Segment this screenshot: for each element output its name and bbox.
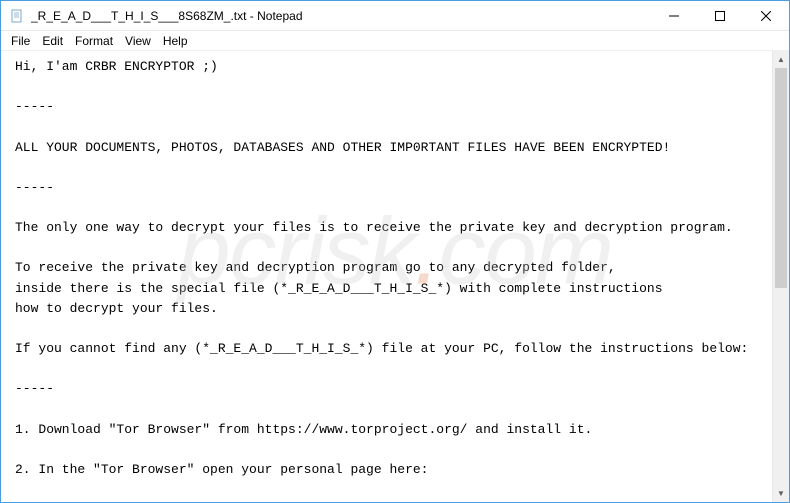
text-area[interactable]: Hi, I'am CRBR ENCRYPTOR ;) ----- ALL YOU…: [1, 51, 772, 502]
menu-file[interactable]: File: [5, 33, 36, 49]
window-controls: [651, 1, 789, 30]
minimize-button[interactable]: [651, 1, 697, 30]
menu-edit[interactable]: Edit: [36, 33, 69, 49]
menu-format[interactable]: Format: [69, 33, 119, 49]
maximize-button[interactable]: [697, 1, 743, 30]
menu-view[interactable]: View: [119, 33, 157, 49]
menubar: File Edit Format View Help: [1, 31, 789, 51]
notepad-window: _R_E_A_D___T_H_I_S___8S68ZM_.txt - Notep…: [0, 0, 790, 503]
scroll-up-arrow[interactable]: ▲: [773, 51, 789, 68]
menu-help[interactable]: Help: [157, 33, 194, 49]
vertical-scrollbar[interactable]: ▲ ▼: [772, 51, 789, 502]
scroll-thumb[interactable]: [775, 68, 787, 288]
scroll-down-arrow[interactable]: ▼: [773, 485, 789, 502]
titlebar: _R_E_A_D___T_H_I_S___8S68ZM_.txt - Notep…: [1, 1, 789, 31]
app-icon: [9, 8, 25, 24]
close-button[interactable]: [743, 1, 789, 30]
scroll-track[interactable]: [773, 68, 789, 485]
content-wrapper: Hi, I'am CRBR ENCRYPTOR ;) ----- ALL YOU…: [1, 51, 789, 502]
window-title: _R_E_A_D___T_H_I_S___8S68ZM_.txt - Notep…: [31, 9, 651, 23]
